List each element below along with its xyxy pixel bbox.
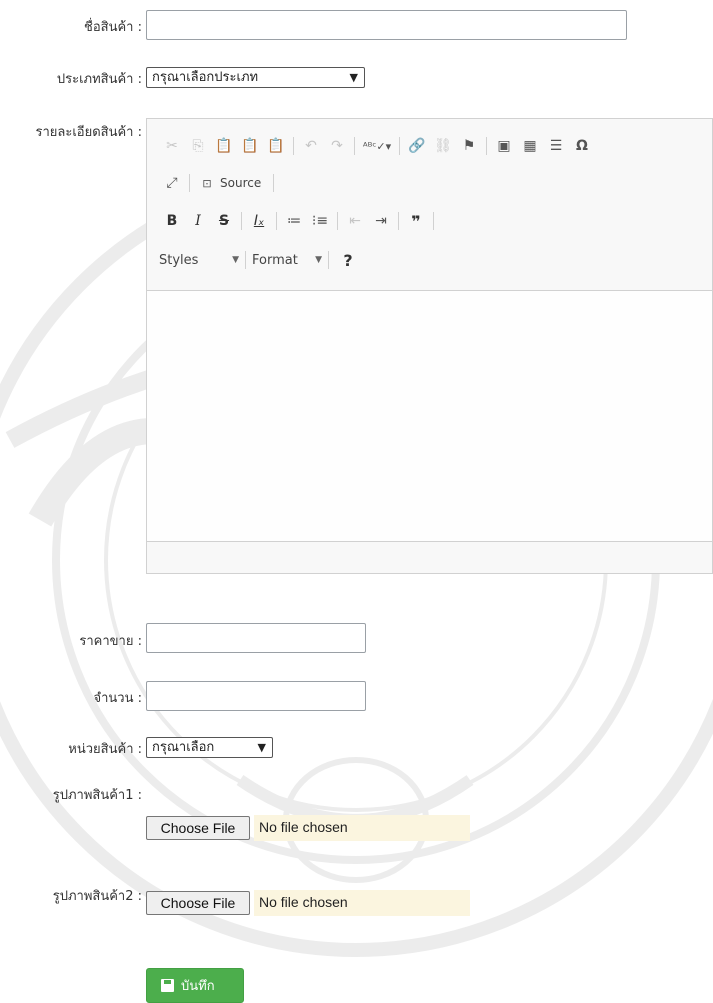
link-icon[interactable]: 🔗 [404,134,430,158]
image1-no-file-text: No file chosen [259,819,348,835]
quantity-label: จำนวน : [93,691,142,706]
unlink-icon[interactable]: ⛓ [430,134,456,158]
image-icon[interactable]: ▣ [491,134,517,158]
cut-icon[interactable]: ✂ [159,134,185,158]
strike-icon[interactable]: S [211,209,237,233]
horizontal-line-icon[interactable]: ☰ [543,134,569,158]
image1-choose-file-button[interactable]: Choose File [146,816,250,840]
image2-choose-file-button[interactable]: Choose File [146,891,250,915]
unit-label: หน่วยสินค้า : [68,742,142,757]
copy-icon[interactable]: ⎘ [185,134,211,158]
editor-content-area[interactable] [147,290,712,542]
special-char-icon[interactable]: Ω [569,134,595,158]
table-icon[interactable]: ▦ [517,134,543,158]
source-icon[interactable]: ⊡ [194,171,220,195]
indent-icon[interactable]: ⇥ [368,209,394,233]
paste-word-icon[interactable]: 📋 [263,134,289,158]
quantity-input[interactable] [146,681,366,711]
undo-icon[interactable]: ↶ [298,134,324,158]
remove-format-icon[interactable]: Iₓ [246,209,272,233]
product-name-label: ชื่อสินค้า : [84,20,142,35]
editor-toolbar-row-1: ✂ ⎘ 📋 📋 📋 ↶ ↷ ᴬᴮᶜ✓▾ 🔗 ⛓ ⚑ ▣ ▦ ☰ Ω [159,134,595,158]
image1-label: รูปภาพสินค้า1 : [52,788,142,803]
editor-toolbar-row-4: Styles ▼ Format ▼ ? [159,248,361,272]
rich-text-editor: ✂ ⎘ 📋 📋 📋 ↶ ↷ ᴬᴮᶜ✓▾ 🔗 ⛓ ⚑ ▣ ▦ ☰ Ω ⤢ ⊡ So… [146,118,713,574]
paste-text-icon[interactable]: 📋 [237,134,263,158]
maximize-icon[interactable]: ⤢ [159,171,185,195]
blockquote-icon[interactable]: ❞ [403,209,429,233]
save-button-label: บันทึก [181,979,215,994]
redo-icon[interactable]: ↷ [324,134,350,158]
spellcheck-icon[interactable]: ᴬᴮᶜ✓▾ [359,134,395,158]
italic-icon[interactable]: I [185,209,211,233]
bold-icon[interactable]: B [159,209,185,233]
numbered-list-icon[interactable]: ≔ [281,209,307,233]
help-icon[interactable]: ? [335,248,361,272]
bulleted-list-icon[interactable]: ⁝≡ [307,209,333,233]
styles-combo-label: Styles [159,252,199,268]
image2-label: รูปภาพสินค้า2 : [52,889,142,904]
unit-select-value: กรุณาเลือก [152,740,215,755]
product-name-input[interactable] [146,10,627,40]
unit-select[interactable]: กรุณาเลือก ▼ [146,737,273,758]
image2-no-file-text: No file chosen [259,894,348,910]
chevron-down-icon: ▼ [315,255,322,265]
price-label: ราคาขาย : [79,634,142,649]
source-button-label[interactable]: Source [220,176,261,190]
chevron-down-icon: ▼ [232,255,239,265]
floppy-disk-icon [161,979,174,992]
detail-label: รายละเอียดสินค้า : [35,125,143,140]
category-select-value: กรุณาเลือกประเภท [152,70,259,85]
anchor-icon[interactable]: ⚑ [456,134,482,158]
chevron-down-icon: ▼ [257,741,266,754]
format-combo-label: Format [252,252,298,268]
format-combo[interactable]: Format ▼ [252,253,322,268]
price-input[interactable] [146,623,366,653]
category-select[interactable]: กรุณาเลือกประเภท ▼ [146,67,365,88]
editor-toolbar-row-2: ⤢ ⊡ Source [159,171,278,195]
editor-toolbar-row-3: B I S Iₓ ≔ ⁝≡ ⇤ ⇥ ❞ [159,209,438,233]
styles-combo[interactable]: Styles ▼ [159,253,239,268]
paste-icon[interactable]: 📋 [211,134,237,158]
outdent-icon[interactable]: ⇤ [342,209,368,233]
save-button[interactable]: บันทึก [146,968,244,1003]
category-label: ประเภทสินค้า : [56,72,142,87]
chevron-down-icon: ▼ [349,71,358,84]
